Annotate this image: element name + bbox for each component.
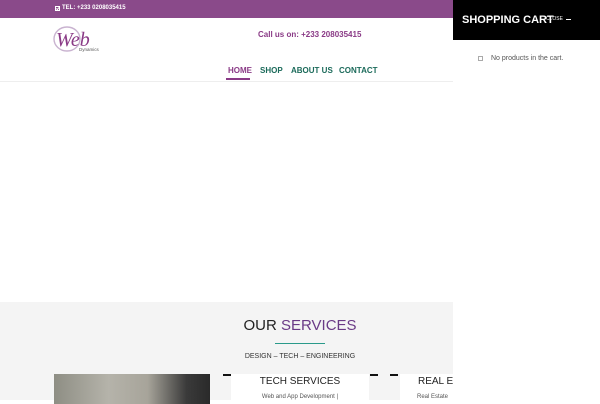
- top-phone-label: TEL: +233 0208035415: [62, 5, 126, 11]
- card-corner-decoration: [370, 374, 378, 376]
- logo-subtext: Dynamics: [79, 47, 100, 52]
- checkbox-icon: [55, 5, 60, 11]
- close-icon: [565, 18, 571, 20]
- shopping-cart-panel: SHOPPING CART CLOSE No products in the c…: [453, 0, 600, 400]
- nav-item-home[interactable]: HOME: [228, 66, 252, 75]
- service-card-title: TECH SERVICES: [259, 376, 341, 387]
- services-divider: [275, 343, 325, 344]
- cart-title: SHOPPING CART: [462, 14, 554, 26]
- nav-active-indicator: [226, 78, 250, 80]
- nav-item-shop[interactable]: SHOP: [260, 66, 283, 75]
- nav-item-about-us[interactable]: ABOUT US: [291, 66, 333, 75]
- empty-cart-icon: [478, 56, 483, 61]
- service-card-title: REAL ES: [418, 376, 453, 387]
- call-us-text[interactable]: Call us on: +233 208035415: [258, 30, 361, 39]
- site-logo[interactable]: Web Dynamics: [53, 24, 107, 54]
- nav-item-contact[interactable]: CONTACT: [339, 66, 378, 75]
- cart-empty-message: No products in the cart.: [478, 55, 563, 62]
- cart-close-button[interactable]: CLOSE: [546, 16, 571, 22]
- card-corner-decoration: [390, 374, 398, 376]
- logo-mark-icon: Web Dynamics: [53, 26, 100, 52]
- card-corner-decoration: [223, 374, 231, 376]
- top-phone[interactable]: TEL: +233 0208035415: [55, 5, 126, 11]
- close-label: CLOSE: [546, 16, 563, 22]
- service-card-text: Real Estate: [417, 394, 449, 400]
- cart-header: SHOPPING CART CLOSE: [453, 0, 600, 40]
- service-card-text: Web and App Development |: [261, 394, 339, 400]
- cart-empty-text: No products in the cart.: [491, 55, 564, 62]
